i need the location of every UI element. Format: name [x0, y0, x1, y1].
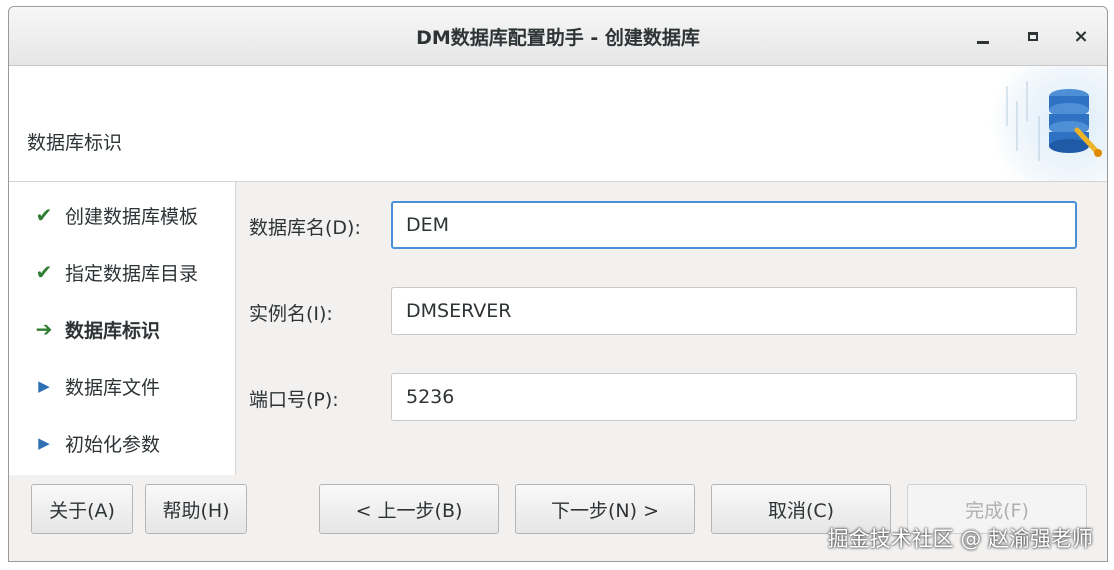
step-create-template[interactable]: ✔ 创建数据库模板 — [33, 200, 198, 230]
step-label: 数据库标识 — [65, 319, 161, 342]
page-header: 数据库标识 — [9, 66, 1107, 182]
db-name-input[interactable]: DEM — [391, 201, 1077, 249]
step-label: 创建数据库模板 — [65, 205, 199, 228]
triangle-right-icon: ▶ — [38, 377, 50, 395]
database-config-icon — [987, 66, 1107, 181]
triangle-right-icon: ▶ — [38, 434, 50, 452]
maximize-icon — [1028, 32, 1038, 41]
step-database-files[interactable]: ▶ 数据库文件 — [33, 371, 160, 401]
instance-name-label: 实例名(I): — [249, 303, 333, 325]
step-specify-directory[interactable]: ✔ 指定数据库目录 — [33, 257, 198, 287]
arrow-right-icon: ➔ — [35, 317, 53, 341]
step-database-identity[interactable]: ➔ 数据库标识 — [33, 314, 160, 344]
wizard-steps-panel: ✔ 创建数据库模板 ✔ 指定数据库目录 ➔ 数据库标识 ▶ 数据库文件 ▶ 初始… — [9, 182, 236, 475]
check-icon: ✔ — [35, 203, 53, 227]
help-button[interactable]: 帮助(H) — [145, 484, 247, 534]
maximize-button[interactable] — [1021, 25, 1045, 49]
watermark-text: 掘金技术社区 @ 赵渝强老师 — [827, 527, 1093, 551]
close-button[interactable]: × — [1069, 25, 1093, 49]
next-step-button[interactable]: 下一步(N) > — [515, 484, 695, 534]
window-title: DM数据库配置助手 - 创建数据库 — [416, 27, 700, 49]
close-icon: × — [1073, 26, 1089, 47]
step-label: 数据库文件 — [65, 376, 161, 399]
page-title: 数据库标识 — [27, 132, 123, 154]
db-name-label: 数据库名(D): — [249, 217, 361, 239]
port-input[interactable]: 5236 — [391, 373, 1077, 421]
minimize-button[interactable] — [971, 25, 995, 49]
port-label: 端口号(P): — [249, 389, 339, 411]
about-button[interactable]: 关于(A) — [31, 484, 133, 534]
step-init-params[interactable]: ▶ 初始化参数 — [33, 428, 160, 458]
prev-step-button[interactable]: < 上一步(B) — [319, 484, 499, 534]
minimize-icon — [977, 41, 989, 44]
step-label: 指定数据库目录 — [65, 262, 199, 285]
dm-config-assistant-window: DM数据库配置助手 - 创建数据库 × 数据库标识 ✔ 创建数据库模板 ✔ 指定… — [8, 6, 1108, 562]
step-label: 初始化参数 — [65, 433, 161, 456]
check-icon: ✔ — [35, 260, 53, 284]
instance-name-input[interactable]: DMSERVER — [391, 287, 1077, 335]
title-bar[interactable]: DM数据库配置助手 - 创建数据库 × — [9, 7, 1107, 66]
